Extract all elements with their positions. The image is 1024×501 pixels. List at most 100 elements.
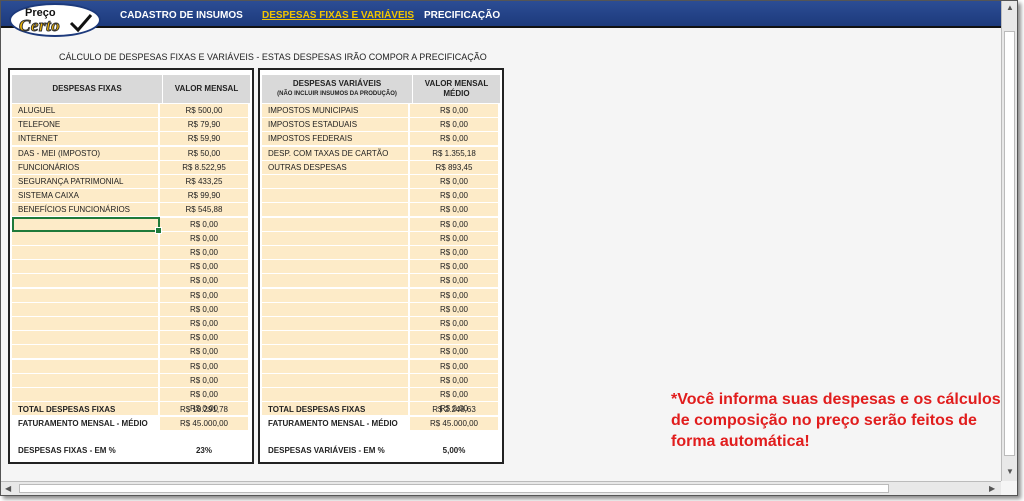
expense-label-cell[interactable] bbox=[262, 246, 408, 259]
scroll-down-arrow-icon[interactable]: ▼ bbox=[1006, 467, 1014, 476]
nav-precificacao[interactable]: PRECIFICAÇÃO bbox=[424, 10, 500, 21]
expense-value-cell[interactable]: R$ 893,45 bbox=[410, 160, 498, 174]
expense-value-cell[interactable]: R$ 0,00 bbox=[160, 302, 248, 316]
app-logo[interactable]: Preço Certo bbox=[9, 3, 101, 37]
expense-value-cell[interactable]: R$ 500,00 bbox=[160, 104, 248, 117]
expense-value-cell[interactable]: R$ 0,00 bbox=[410, 331, 498, 345]
expense-value-cell[interactable]: R$ 0,00 bbox=[160, 388, 248, 401]
expense-value-cell[interactable]: R$ 0,00 bbox=[160, 317, 248, 330]
expense-label-cell[interactable] bbox=[262, 373, 408, 387]
expense-value-cell[interactable]: R$ 0,00 bbox=[410, 189, 498, 203]
expense-value-cell[interactable]: R$ 79,90 bbox=[160, 118, 248, 132]
expense-label-cell[interactable] bbox=[262, 203, 408, 217]
scroll-left-arrow-icon[interactable]: ◀ bbox=[5, 484, 11, 493]
expense-value-cell[interactable]: R$ 0,00 bbox=[410, 132, 498, 146]
expense-value-cell[interactable]: R$ 0,00 bbox=[410, 288, 498, 302]
expense-value-cell[interactable]: R$ 0,00 bbox=[410, 317, 498, 330]
expense-value-cell[interactable]: R$ 0,00 bbox=[410, 231, 498, 245]
expense-label-cell[interactable] bbox=[262, 217, 408, 231]
expense-value-cell[interactable]: R$ 0,00 bbox=[410, 175, 498, 188]
expense-value-cell[interactable]: R$ 59,90 bbox=[160, 132, 248, 146]
vertical-scrollbar[interactable]: ▲ ▼ bbox=[1001, 1, 1017, 481]
expense-value-cell[interactable]: R$ 0,00 bbox=[410, 302, 498, 316]
expense-label-cell[interactable] bbox=[262, 175, 408, 188]
expense-label-cell[interactable]: IMPOSTOS ESTADUAIS bbox=[262, 118, 408, 132]
expense-value-cell[interactable]: R$ 0,00 bbox=[410, 246, 498, 259]
expense-value-cell[interactable]: R$ 0,00 bbox=[410, 388, 498, 401]
nav-despesas[interactable]: DESPESAS FIXAS E VARIÁVEIS bbox=[262, 10, 414, 21]
expense-value-cell[interactable]: R$ 433,25 bbox=[160, 175, 248, 188]
nav-cadastro-insumos[interactable]: CADASTRO DE INSUMOS bbox=[120, 10, 243, 21]
expense-label-cell[interactable]: ALUGUEL bbox=[12, 104, 158, 117]
scroll-up-arrow-icon[interactable]: ▲ bbox=[1006, 3, 1014, 12]
expense-value-cell[interactable]: R$ 0,00 bbox=[410, 104, 498, 117]
expense-label-cell[interactable] bbox=[12, 373, 158, 387]
expense-value-cell[interactable]: R$ 0,00 bbox=[160, 217, 248, 231]
expense-label-cell[interactable] bbox=[262, 345, 408, 359]
expense-label-cell[interactable] bbox=[12, 260, 158, 274]
expense-label-cell[interactable]: SISTEMA CAIXA bbox=[12, 189, 158, 203]
expense-value-cell[interactable]: R$ 0,00 bbox=[410, 345, 498, 359]
expense-label-cell[interactable] bbox=[12, 288, 158, 302]
top-nav-bar: CADASTRO DE INSUMOS DESPESAS FIXAS E VAR… bbox=[1, 1, 1001, 28]
expense-value-cell[interactable]: R$ 0,00 bbox=[410, 359, 498, 373]
expense-label-cell[interactable]: DESP. COM TAXAS DE CARTÃO bbox=[262, 146, 408, 160]
expense-value-cell[interactable]: R$ 0,00 bbox=[160, 331, 248, 345]
expense-label-cell[interactable] bbox=[262, 331, 408, 345]
expense-value-cell[interactable]: R$ 0,00 bbox=[410, 373, 498, 387]
expense-label-cell[interactable]: OUTRAS DESPESAS bbox=[262, 160, 408, 174]
expense-label-cell[interactable]: INTERNET bbox=[12, 132, 158, 146]
expense-value-cell[interactable]: R$ 0,00 bbox=[410, 274, 498, 288]
expense-value-cell[interactable]: R$ 0,00 bbox=[410, 203, 498, 217]
expense-label-cell[interactable]: TELEFONE bbox=[12, 118, 158, 132]
horizontal-scroll-thumb[interactable] bbox=[19, 484, 889, 493]
expense-value-cell[interactable]: R$ 545,88 bbox=[160, 203, 248, 217]
expense-label-cell[interactable]: DAS - MEI (IMPOSTO) bbox=[12, 146, 158, 160]
expense-value-cell[interactable]: R$ 0,00 bbox=[160, 246, 248, 259]
expense-label-cell[interactable] bbox=[262, 317, 408, 330]
expense-label-cell[interactable] bbox=[12, 302, 158, 316]
scroll-right-arrow-icon[interactable]: ▶ bbox=[989, 484, 995, 493]
expense-label-cell[interactable] bbox=[262, 388, 408, 401]
expense-value-cell[interactable]: R$ 50,00 bbox=[160, 146, 248, 160]
expense-label-cell[interactable] bbox=[12, 274, 158, 288]
expense-label-cell[interactable]: IMPOSTOS FEDERAIS bbox=[262, 132, 408, 146]
vertical-scroll-thumb[interactable] bbox=[1004, 31, 1015, 456]
expense-value-cell[interactable]: R$ 0,00 bbox=[160, 373, 248, 387]
expense-label-cell[interactable] bbox=[262, 189, 408, 203]
expense-value-cell[interactable]: R$ 0,00 bbox=[410, 217, 498, 231]
expense-label-cell[interactable] bbox=[12, 388, 158, 401]
expense-value-cell[interactable]: R$ 0,00 bbox=[160, 288, 248, 302]
expense-label-cell[interactable] bbox=[262, 302, 408, 316]
expense-label-cell[interactable]: FUNCIONÁRIOS bbox=[12, 160, 158, 174]
expense-label-cell[interactable] bbox=[262, 274, 408, 288]
expense-value-cell[interactable]: R$ 0,00 bbox=[410, 118, 498, 132]
expense-label-cell[interactable] bbox=[12, 317, 158, 330]
expense-label-cell[interactable] bbox=[262, 359, 408, 373]
expense-value-cell[interactable]: R$ 0,00 bbox=[160, 231, 248, 245]
expense-label-cell[interactable]: BENEFÍCIOS FUNCIONÁRIOS bbox=[12, 203, 158, 217]
expense-value-cell[interactable]: R$ 99,90 bbox=[160, 189, 248, 203]
expense-value-cell[interactable]: R$ 0,00 bbox=[160, 359, 248, 373]
expense-label-cell[interactable] bbox=[12, 331, 158, 345]
expense-value-cell[interactable]: R$ 0,00 bbox=[160, 345, 248, 359]
expense-label-cell[interactable]: IMPOSTOS MUNICIPAIS bbox=[262, 104, 408, 117]
expense-label-cell[interactable] bbox=[262, 231, 408, 245]
expense-label-cell[interactable] bbox=[12, 345, 158, 359]
horizontal-scrollbar[interactable]: ◀ ▶ bbox=[1, 481, 1001, 495]
variable-value-header: VALOR MENSAL MÉDIO bbox=[413, 75, 500, 103]
expense-label-cell[interactable] bbox=[12, 246, 158, 259]
expense-label-cell[interactable] bbox=[12, 359, 158, 373]
expense-value-cell[interactable]: R$ 1.355,18 bbox=[410, 146, 498, 160]
expense-label-cell[interactable] bbox=[12, 231, 158, 245]
expense-value-cell[interactable]: R$ 0,00 bbox=[410, 260, 498, 274]
expense-label-cell[interactable]: SEGURANÇA PATRIMONIAL bbox=[12, 175, 158, 188]
fixed-expenses-table: DESPESAS FIXAS VALOR MENSAL ALUGUEL R$ 50… bbox=[8, 68, 254, 464]
summary-total-value: R$ 2.248,63 bbox=[432, 405, 476, 414]
selected-cell-cursor[interactable] bbox=[12, 216, 162, 234]
expense-label-cell[interactable] bbox=[262, 288, 408, 302]
expense-value-cell[interactable]: R$ 0,00 bbox=[160, 274, 248, 288]
expense-value-cell[interactable]: R$ 0,00 bbox=[160, 260, 248, 274]
expense-label-cell[interactable] bbox=[262, 260, 408, 274]
expense-value-cell[interactable]: R$ 8.522,95 bbox=[160, 160, 248, 174]
